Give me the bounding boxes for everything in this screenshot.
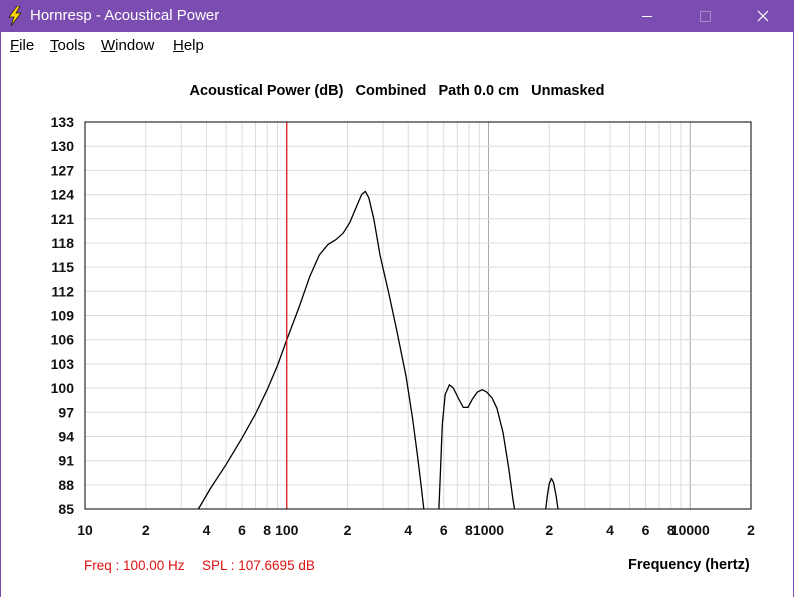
y-tick-label: 103 (51, 356, 75, 372)
x-tick-label: 10 (77, 522, 93, 538)
chart-area: Acoustical Power (dB) Combined Path 0.0 … (0, 56, 794, 597)
y-tick-label: 97 (58, 404, 74, 420)
x-tick-label: 4 (203, 522, 211, 538)
menu-tools-label: ools (57, 37, 86, 54)
x-tick-label: 4 (404, 522, 412, 538)
menu-window-label: indow (115, 37, 155, 54)
series-line (545, 477, 559, 510)
x-tick-label: 2 (545, 522, 553, 538)
maximize-icon (700, 11, 711, 22)
lightning-bolt-icon (8, 6, 22, 26)
menu-bar: File Tools Window Help (0, 32, 794, 56)
y-tick-label: 121 (51, 211, 75, 227)
x-tick-label: 8 (465, 522, 473, 538)
menu-window[interactable]: Window (101, 37, 154, 54)
frequency-readout: Freq : 100.00 Hz (84, 558, 185, 573)
acoustical-power-chart[interactable]: Acoustical Power (dB) Combined Path 0.0 … (0, 56, 794, 597)
window-border-left (0, 32, 1, 597)
x-tick-label: 8 (263, 522, 271, 538)
series-line (438, 384, 516, 510)
y-tick-label: 130 (51, 138, 75, 154)
menu-tools[interactable]: Tools (50, 37, 85, 54)
menu-file-label: ile (19, 37, 35, 54)
x-tick-labels: 10 2 4 6 8 100 2 4 6 8 1000 2 4 6 810000 2 (77, 522, 755, 538)
close-icon (757, 10, 769, 22)
minimize-button[interactable] (624, 0, 670, 32)
window-titlebar[interactable]: Hornresp - Acoustical Power (0, 0, 794, 32)
y-tick-label: 112 (51, 283, 74, 299)
chart-grid (85, 122, 751, 509)
y-tick-label: 115 (51, 259, 74, 275)
y-tick-label: 127 (51, 162, 75, 178)
x-tick-label: 10000 (671, 522, 710, 538)
y-tick-label: 106 (51, 332, 75, 348)
x-tick-label: 2 (747, 522, 755, 538)
x-tick-label: 1000 (473, 522, 504, 538)
close-button[interactable] (740, 0, 786, 32)
chart-title: Acoustical Power (dB) Combined Path 0.0 … (190, 83, 605, 99)
y-tick-labels: 133 130 127 124 121 118 115 112 109 106 103 100 97 94… (51, 114, 75, 517)
chart-series (197, 190, 559, 510)
minimize-icon (642, 16, 652, 17)
x-axis-label: Frequency (hertz) (628, 557, 750, 573)
y-tick-label: 94 (58, 428, 74, 444)
y-tick-label: 91 (58, 453, 74, 469)
y-tick-label: 88 (58, 477, 74, 493)
maximize-button[interactable] (682, 0, 728, 32)
x-tick-label: 6 (238, 522, 246, 538)
spl-readout: SPL : 107.6695 dB (202, 558, 315, 573)
series-line (197, 190, 425, 510)
x-tick-label: 2 (344, 522, 352, 538)
menu-file[interactable]: File (10, 37, 34, 54)
x-tick-label: 100 (275, 522, 299, 538)
menu-window-accel: W (101, 37, 116, 54)
y-tick-label: 100 (51, 380, 75, 396)
menu-file-accel: F (10, 37, 20, 54)
y-tick-label: 124 (51, 187, 75, 203)
y-tick-label: 133 (51, 114, 75, 130)
window-title: Hornresp - Acoustical Power (30, 7, 220, 24)
x-tick-label: 4 (606, 522, 614, 538)
menu-help[interactable]: Help (173, 37, 204, 54)
menu-tools-accel: T (50, 37, 58, 54)
menu-help-accel: H (173, 37, 184, 54)
y-tick-label: 85 (58, 501, 74, 517)
x-tick-label: 6 (440, 522, 448, 538)
y-tick-label: 118 (51, 235, 74, 251)
y-tick-label: 109 (51, 308, 75, 324)
x-tick-label: 2 (142, 522, 150, 538)
menu-help-label: elp (183, 37, 204, 54)
x-tick-label: 6 (642, 522, 650, 538)
